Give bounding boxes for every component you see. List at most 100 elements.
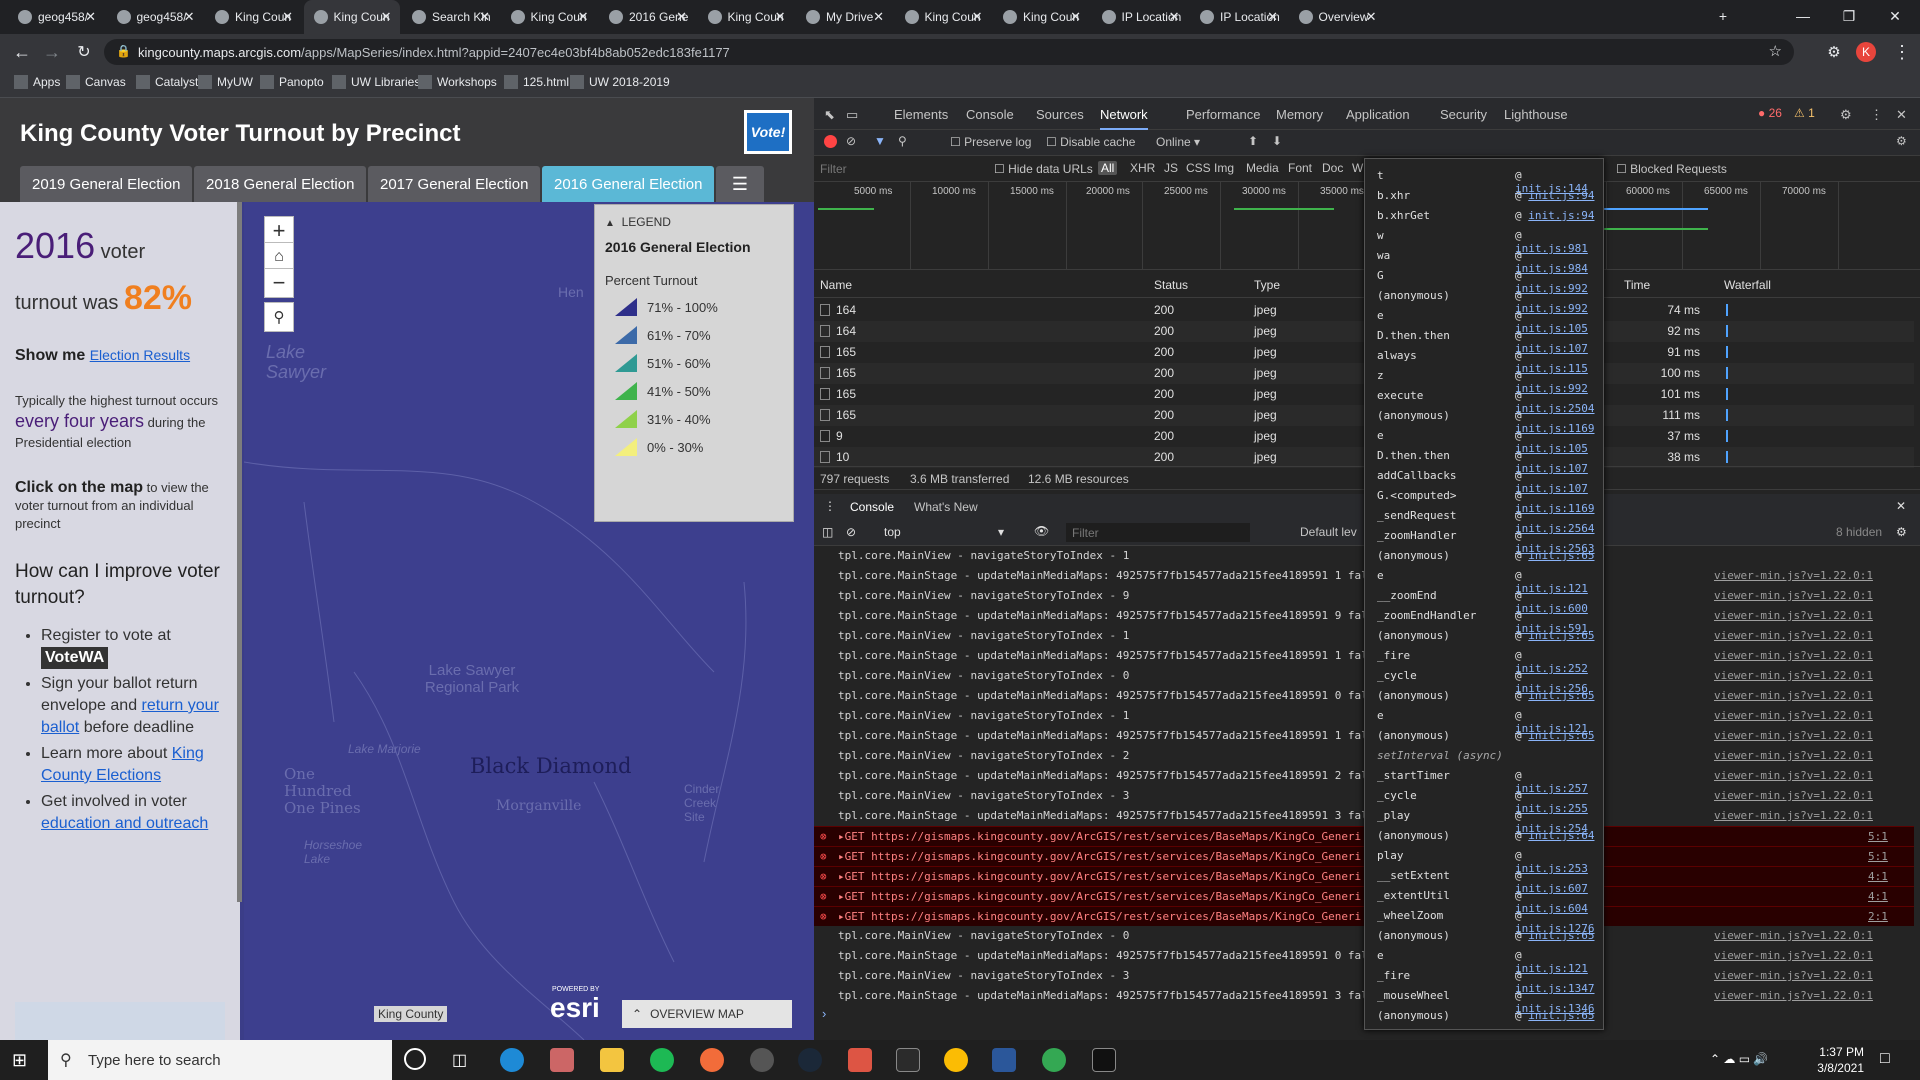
callstack-frame[interactable]: __setExtent @ init.js:607: [1377, 865, 1597, 895]
frame-source-link[interactable]: init.js:64: [1528, 829, 1594, 842]
app-icon[interactable]: [750, 1048, 774, 1072]
callstack-frame[interactable]: (anonymous) @ init.js:64: [1377, 825, 1597, 845]
tray-icons[interactable]: ⌃ ☁ ▭ 🔊: [1710, 1052, 1768, 1066]
frame-source-link[interactable]: init.js:65: [1528, 729, 1594, 742]
callstack-frame[interactable]: t @ init.js:144: [1377, 165, 1597, 195]
frame-location[interactable]: @ init.js:94: [1515, 189, 1594, 202]
drawer-tab-console[interactable]: Console: [850, 500, 894, 514]
callstack-frame[interactable]: addCallbacks @ init.js:107: [1377, 465, 1597, 495]
frame-location[interactable]: @ init.js:65: [1515, 689, 1594, 702]
votewa-logo[interactable]: VoteWA: [41, 647, 109, 669]
epic-games-icon[interactable]: [896, 1048, 920, 1072]
zoom-out-button[interactable]: −: [264, 268, 294, 298]
close-icon[interactable]: ✕: [775, 9, 786, 25]
browser-menu-icon[interactable]: ⋮: [1890, 40, 1914, 64]
frame-source-link[interactable]: init.js:94: [1528, 209, 1594, 222]
type-filter-button[interactable]: Doc: [1322, 161, 1343, 175]
callstack-frame[interactable]: (anonymous) @ init.js:65: [1377, 545, 1597, 565]
callstack-frame[interactable]: D.then.then @ init.js:107: [1377, 325, 1597, 355]
device-toggle-icon[interactable]: ▭: [846, 107, 858, 123]
browser-tab[interactable]: geog458/✕: [8, 0, 104, 34]
callstack-frame[interactable]: _zoomEndHandler @ init.js:591: [1377, 605, 1597, 635]
frame-source-link[interactable]: init.js:65: [1528, 929, 1594, 942]
browser-tab[interactable]: IP Location ✕: [1092, 0, 1188, 34]
close-icon[interactable]: ✕: [479, 9, 490, 25]
frame-location[interactable]: @ init.js:65: [1515, 629, 1594, 642]
console-source-link[interactable]: viewer-min.js?v=1.22.0:1: [1714, 789, 1873, 802]
warning-count[interactable]: ⚠ 1: [1794, 106, 1815, 120]
console-source-link[interactable]: viewer-min.js?v=1.22.0:1: [1714, 729, 1873, 742]
close-drawer-icon[interactable]: ✕: [1896, 499, 1906, 513]
close-icon[interactable]: ✕: [578, 9, 589, 25]
frame-location[interactable]: @ init.js:65: [1515, 929, 1594, 942]
callstack-frame[interactable]: e @ init.js:121: [1377, 565, 1597, 595]
tab-2019[interactable]: 2019 General Election: [20, 166, 193, 202]
settings-gear-icon[interactable]: ⚙: [1840, 107, 1852, 123]
error-count[interactable]: ● 26: [1758, 106, 1782, 120]
word-icon[interactable]: [992, 1048, 1016, 1072]
close-devtools-icon[interactable]: ✕: [1896, 107, 1907, 123]
extensions-icon[interactable]: ⚙: [1822, 40, 1846, 64]
console-source-link[interactable]: viewer-min.js?v=1.22.0:1: [1714, 969, 1873, 982]
callstack-frame[interactable]: wa @ init.js:984: [1377, 245, 1597, 275]
console-source-link[interactable]: viewer-min.js?v=1.22.0:1: [1714, 589, 1873, 602]
browser-tab[interactable]: King Coun ✕: [895, 0, 991, 34]
devtools-tab[interactable]: Sources: [1036, 107, 1084, 122]
devtools-tab[interactable]: Network: [1100, 107, 1148, 130]
election-results-link[interactable]: Election Results: [90, 347, 190, 363]
callstack-frame[interactable]: _cycle @ init.js:255: [1377, 785, 1597, 815]
callstack-frame[interactable]: e @ init.js:121: [1377, 945, 1597, 975]
forward-icon[interactable]: →: [40, 40, 64, 64]
drawer-tab-whats-new[interactable]: What's New: [914, 500, 978, 514]
console-source-link[interactable]: 4:1: [1868, 890, 1888, 903]
tab-2016[interactable]: 2016 General Election: [542, 166, 715, 202]
frame-source-link[interactable]: init.js:94: [1528, 189, 1594, 202]
console-source-link[interactable]: viewer-min.js?v=1.22.0:1: [1714, 629, 1873, 642]
console-source-link[interactable]: viewer-min.js?v=1.22.0:1: [1714, 609, 1873, 622]
console-source-link[interactable]: viewer-min.js?v=1.22.0:1: [1714, 769, 1873, 782]
console-prompt-icon[interactable]: ›: [822, 1006, 826, 1021]
close-icon[interactable]: ✕: [282, 9, 293, 25]
export-har-icon[interactable]: ⬇: [1272, 134, 1282, 148]
type-filter-button[interactable]: Img: [1214, 161, 1234, 175]
callstack-frame[interactable]: w @ init.js:981: [1377, 225, 1597, 255]
close-icon[interactable]: ✕: [381, 9, 392, 25]
devtools-tab[interactable]: Application: [1346, 107, 1410, 122]
origin-icon[interactable]: [700, 1048, 724, 1072]
devtools-tab[interactable]: Security: [1440, 107, 1487, 122]
tab-2017[interactable]: 2017 General Election: [368, 166, 541, 202]
callstack-frame[interactable]: z @ init.js:992: [1377, 365, 1597, 395]
frame-location[interactable]: @ init.js:65: [1515, 1009, 1594, 1022]
address-bar[interactable]: 🔒 kingcounty.maps.arcgis.com/apps/MapSer…: [104, 39, 1794, 65]
reload-icon[interactable]: ↻: [72, 40, 96, 64]
callstack-frame[interactable]: e @ init.js:121: [1377, 705, 1597, 735]
type-filter-button[interactable]: All: [1098, 161, 1118, 175]
close-icon[interactable]: ✕: [1169, 9, 1180, 25]
browser-tab[interactable]: Overview ✕: [1289, 0, 1385, 34]
callstack-frame[interactable]: _mouseWheel @ init.js:1346: [1377, 985, 1597, 1015]
browser-tab[interactable]: IP Location ✕: [1190, 0, 1286, 34]
frame-source-link[interactable]: init.js:65: [1528, 1009, 1594, 1022]
col-waterfall[interactable]: Waterfall: [1724, 278, 1771, 292]
restore-button[interactable]: ❐: [1826, 0, 1872, 32]
app-icon[interactable]: [848, 1048, 872, 1072]
close-icon[interactable]: ✕: [972, 9, 983, 25]
frame-location[interactable]: @ init.js:65: [1515, 729, 1594, 742]
taskbar-search[interactable]: ⚲ Type here to search: [48, 1040, 392, 1080]
callstack-frame[interactable]: G @ init.js:992: [1377, 265, 1597, 295]
bookmark-item[interactable]: Catalyst: [136, 75, 198, 89]
windows-start-icon[interactable]: ⊞: [12, 1050, 32, 1070]
devtools-tab[interactable]: Elements: [894, 107, 948, 122]
close-icon[interactable]: ✕: [1070, 9, 1081, 25]
frame-location[interactable]: @ init.js:65: [1515, 549, 1594, 562]
browser-tab[interactable]: King Coun ✕: [698, 0, 794, 34]
browser-tab[interactable]: King Coun ✕: [501, 0, 597, 34]
frame-source-link[interactable]: init.js:65: [1528, 549, 1594, 562]
import-har-icon[interactable]: ⬆: [1248, 134, 1258, 148]
eye-icon[interactable]: 👁: [1034, 524, 1049, 538]
col-status[interactable]: Status: [1154, 278, 1188, 292]
context-select[interactable]: top ▾: [884, 525, 1004, 539]
bookmark-item[interactable]: UW Libraries: [332, 75, 420, 89]
browser-tab[interactable]: King Coun ✕: [205, 0, 301, 34]
preserve-log-checkbox[interactable]: ☐ Preserve log: [950, 135, 1031, 149]
